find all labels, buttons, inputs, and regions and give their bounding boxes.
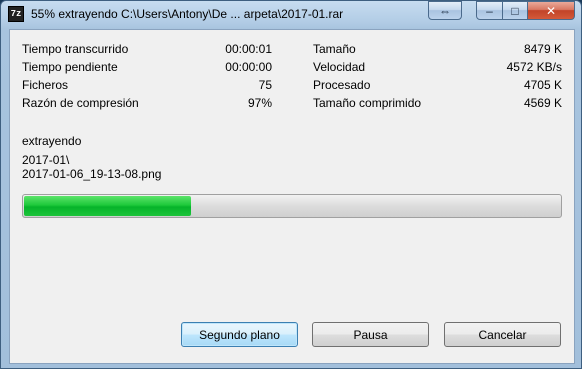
cancel-button[interactable]: Cancelar bbox=[444, 322, 561, 347]
stat-value-speed: 4572 KB/s bbox=[506, 60, 562, 74]
extraction-window: 7z 55% extrayendo C:\Users\Antony\De ...… bbox=[0, 0, 582, 369]
7zip-app-icon[interactable]: 7z bbox=[8, 6, 24, 22]
stat-label-speed: Velocidad bbox=[313, 60, 366, 74]
stat-value-elapsed: 00:00:01 bbox=[225, 42, 272, 56]
stat-label-ratio: Razón de compresión bbox=[22, 96, 139, 110]
title-bar[interactable]: 7z 55% extrayendo C:\Users\Antony\De ...… bbox=[1, 1, 581, 29]
stat-value-files: 75 bbox=[258, 78, 272, 92]
swap-arrows-icon[interactable]: ⇔ bbox=[428, 1, 462, 20]
stat-label-elapsed: Tiempo transcurrido bbox=[22, 42, 129, 56]
stat-label-files: Ficheros bbox=[22, 78, 69, 92]
stat-value-processed: 4705 K bbox=[523, 78, 562, 92]
stat-label-processed: Procesado bbox=[313, 78, 371, 92]
window-title: 55% extrayendo C:\Users\Antony\De ... ar… bbox=[31, 7, 344, 21]
stat-value-remaining: 00:00:00 bbox=[225, 60, 272, 74]
current-folder: 2017-01\ bbox=[22, 153, 70, 167]
stat-value-size: 8479 K bbox=[523, 42, 562, 56]
close-button[interactable]: ✕ bbox=[527, 1, 575, 20]
background-button[interactable]: Segundo plano bbox=[181, 322, 298, 347]
stat-label-compressed: Tamaño comprimido bbox=[313, 96, 422, 110]
current-file: 2017-01-06_19-13-08.png bbox=[22, 167, 162, 181]
pause-button[interactable]: Pausa bbox=[312, 322, 429, 347]
operation-label: extrayendo bbox=[22, 134, 82, 148]
minimize-button[interactable]: – bbox=[476, 1, 503, 20]
stat-value-ratio: 97% bbox=[247, 96, 272, 110]
maximize-button[interactable]: □ bbox=[502, 1, 528, 20]
stat-label-remaining: Tiempo pendiente bbox=[22, 60, 118, 74]
stat-label-size: Tamaño bbox=[313, 42, 356, 56]
stat-value-compressed: 4569 K bbox=[523, 96, 562, 110]
progress-bar-fill bbox=[24, 196, 191, 216]
progress-bar bbox=[22, 194, 562, 218]
dialog-content: Tiempo transcurrido 00:00:01 Tiempo pend… bbox=[9, 29, 575, 364]
